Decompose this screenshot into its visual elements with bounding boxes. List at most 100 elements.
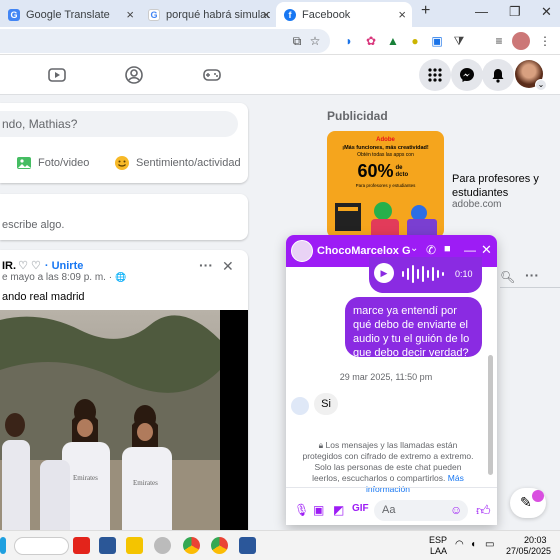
svg-text:Emirates: Emirates: [133, 479, 158, 487]
chevron-down-icon[interactable]: ⌄: [535, 79, 547, 91]
new-tab-button[interactable]: +: [421, 2, 430, 20]
more-options-icon[interactable]: ···: [199, 257, 213, 273]
video-icon[interactable]: [47, 65, 67, 85]
sticker-icon[interactable]: ◩: [333, 503, 344, 517]
smiley-icon: [115, 156, 129, 170]
chat-scrollbar[interactable]: [488, 355, 493, 475]
volume-icon[interactable]: ◖: [470, 539, 476, 550]
emoji-icon[interactable]: ☺: [450, 503, 462, 517]
message-timestamp: 29 mar 2025, 11:50 pm: [339, 372, 433, 382]
extension-icon[interactable]: ▣: [428, 32, 446, 50]
chrome-icon[interactable]: [183, 537, 200, 554]
close-tab-icon[interactable]: ×: [126, 7, 134, 22]
photo-icon[interactable]: ▣: [313, 503, 324, 517]
post-date[interactable]: e mayo a las 8:09 p. m. ·: [2, 272, 112, 283]
restore-button[interactable]: ❐: [509, 4, 521, 20]
extension-icon[interactable]: ✿: [362, 32, 380, 50]
tab-google-translate[interactable]: G Google Translate ×: [0, 2, 140, 27]
close-window-button[interactable]: ✕: [541, 4, 552, 20]
wifi-icon[interactable]: ◠: [455, 539, 464, 550]
region-indicator[interactable]: LAA: [430, 546, 447, 556]
chrome-menu-icon[interactable]: ⋮: [536, 32, 554, 50]
minimize-button[interactable]: —: [475, 4, 488, 19]
post-caption: ando real madrid: [2, 291, 85, 303]
voice-message-bubble[interactable]: ▶ 0:10: [369, 257, 482, 293]
contact-avatar-small: [532, 490, 544, 502]
taskbar-search[interactable]: [14, 537, 69, 555]
incoming-message-text: Si: [321, 398, 331, 410]
groups-icon[interactable]: [124, 65, 144, 85]
extension-icon[interactable]: ◗: [340, 32, 358, 50]
outgoing-message[interactable]: marce ya entendí por qué debo de enviart…: [345, 297, 482, 359]
file-explorer-icon[interactable]: [126, 537, 143, 554]
ad-title[interactable]: Para profesores y estudiantes: [452, 172, 560, 200]
extension-icon[interactable]: ●: [406, 32, 424, 50]
gaming-icon[interactable]: [202, 65, 222, 85]
close-tab-icon[interactable]: ×: [262, 7, 270, 22]
ad-illustration: [335, 202, 437, 238]
post-header: IR. ♡ ♡ · Unirte: [2, 259, 84, 273]
drive-extension-icon[interactable]: ▲: [384, 32, 402, 50]
reading-list-icon[interactable]: ≡: [490, 32, 508, 50]
tab-google-search[interactable]: G porqué habrá simulacro en ×: [140, 2, 276, 27]
messenger-chat-window: ChocoMarcelox G ⌄ ✆ ■ — ✕ ▶ 0:10 marce y…: [286, 235, 497, 525]
chevron-down-icon[interactable]: ⌄: [410, 243, 418, 254]
address-bar[interactable]: ⧉ ☆: [0, 29, 330, 53]
ad-image-subtext: Obtén todas las apps con: [357, 152, 414, 158]
adobe-logo: Adobe: [376, 137, 395, 143]
language-indicator[interactable]: ESP: [429, 535, 447, 545]
phone-icon[interactable]: ✆: [426, 243, 436, 257]
menu-grid-button[interactable]: [419, 59, 451, 91]
photo-video-button[interactable]: Foto/video: [16, 155, 89, 171]
app-icon[interactable]: [154, 537, 171, 554]
write-something-card[interactable]: escribe algo.: [0, 194, 248, 240]
microphone-icon[interactable]: 🎙︎: [294, 503, 309, 517]
clock-time[interactable]: 20:03: [524, 535, 547, 545]
notifications-button[interactable]: [482, 59, 514, 91]
post-photo[interactable]: Emirates Emirates: [0, 310, 248, 540]
ad-image[interactable]: Adobe ¡Más funciones, más creatividad! O…: [327, 131, 444, 238]
close-chat-icon[interactable]: ✕: [481, 242, 492, 258]
close-icon[interactable]: ✕: [222, 258, 234, 275]
play-icon[interactable]: ▶: [374, 263, 394, 283]
battery-icon[interactable]: ▭: [485, 539, 494, 550]
audio-waveform: [402, 265, 444, 283]
extensions-puzzle-icon[interactable]: ⧩: [450, 32, 468, 50]
install-app-icon[interactable]: ⧉: [288, 32, 306, 50]
chat-composer: 🎙︎ ▣ ◩ GIF Aa ☺ 👍︎: [286, 497, 497, 525]
app-icon[interactable]: [73, 537, 90, 554]
close-tab-icon[interactable]: ×: [398, 7, 406, 22]
divider: [286, 487, 497, 488]
message-input-placeholder: Aa: [382, 504, 396, 516]
contact-avatar[interactable]: [291, 240, 313, 262]
start-button[interactable]: [0, 537, 6, 554]
tab-facebook[interactable]: f Facebook ×: [276, 2, 412, 27]
incoming-message[interactable]: Si: [314, 393, 338, 415]
message-input[interactable]: Aa ☺: [374, 500, 468, 521]
search-icon[interactable]: 🔍︎: [500, 270, 515, 284]
whats-on-your-mind-input[interactable]: ndo, Mathias?: [0, 111, 238, 137]
feeling-activity-label: Sentimiento/actividad: [136, 157, 241, 169]
chrome-icon[interactable]: [211, 537, 228, 554]
contact-name[interactable]: ChocoMarcelox G: [317, 245, 411, 257]
post-group-name[interactable]: IR.: [2, 260, 16, 272]
more-options-icon[interactable]: ···: [525, 267, 539, 283]
ad-discount-value: 60%: [357, 161, 394, 181]
tab-title: Google Translate: [26, 8, 110, 21]
feed-post: IR. ♡ ♡ · Unirte e mayo a las 8:09 p. m.…: [0, 250, 248, 540]
gif-icon[interactable]: GIF: [352, 503, 369, 514]
app-icon[interactable]: [99, 537, 116, 554]
minimize-chat-icon[interactable]: —: [464, 243, 476, 257]
join-group-link[interactable]: · Unirte: [45, 260, 84, 272]
clock-date[interactable]: 27/05/2025: [506, 546, 551, 556]
word-icon[interactable]: [239, 537, 256, 554]
feeling-activity-button[interactable]: Sentimiento/actividad: [114, 155, 241, 171]
video-call-icon[interactable]: ■: [444, 243, 451, 255]
profile-avatar[interactable]: [512, 32, 530, 50]
bookmark-star-icon[interactable]: ☆: [306, 32, 324, 50]
compose-icon: ✎: [520, 494, 532, 510]
windows-taskbar: ESP LAA ◠ ◖ ▭ 20:03 27/05/2025: [0, 530, 560, 560]
thumbs-up-icon[interactable]: 👍︎: [476, 502, 491, 519]
new-message-button[interactable]: ✎: [510, 488, 546, 518]
messenger-button[interactable]: [451, 59, 483, 91]
